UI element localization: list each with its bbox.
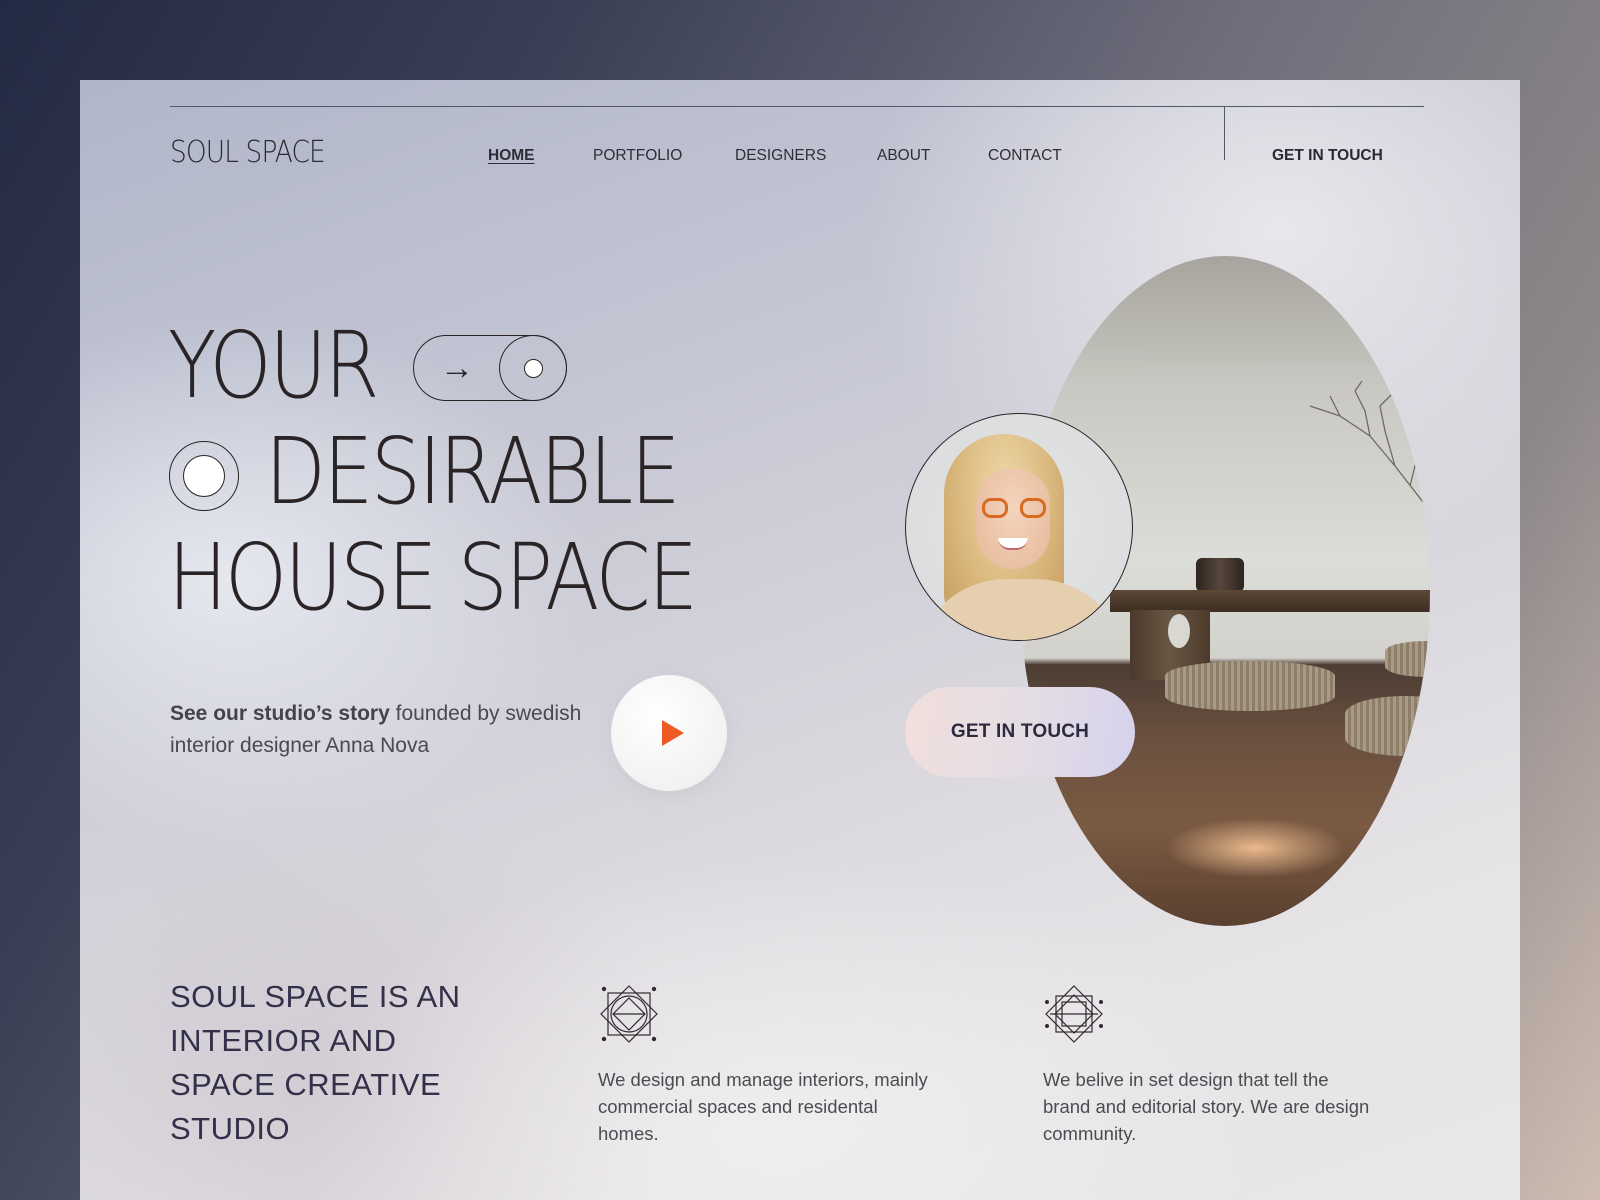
header-vertical-divider xyxy=(1224,106,1225,160)
wooden-jar xyxy=(1196,558,1244,592)
headline-line-1: YOUR xyxy=(168,312,379,419)
landing-page-card: SOUL SPACE HOME PORTFOLIO DESIGNERS ABOU… xyxy=(80,80,1520,1200)
arrow-toggle-switch[interactable]: → xyxy=(413,335,567,401)
nav-item-designers[interactable]: DESIGNERS xyxy=(735,147,826,165)
designer-avatar xyxy=(905,413,1133,641)
nav-item-portfolio[interactable]: PORTFOLIO xyxy=(593,147,682,165)
hero-get-in-touch-button[interactable]: GET IN TOUCH xyxy=(905,687,1135,777)
story-bold-text: See our studio’s story xyxy=(170,702,390,725)
low-table xyxy=(1110,590,1430,612)
table-leg-hole xyxy=(1168,614,1190,648)
ring-inner-circle xyxy=(183,455,225,497)
nav-item-home[interactable]: HOME xyxy=(488,147,535,165)
play-video-button[interactable] xyxy=(611,675,727,791)
toggle-dot-icon xyxy=(524,359,543,378)
nav-item-contact[interactable]: CONTACT xyxy=(988,147,1062,165)
nav-item-about[interactable]: ABOUT xyxy=(877,147,930,165)
floor-cushion xyxy=(1345,696,1430,756)
brand-logo[interactable]: SOUL SPACE xyxy=(170,135,326,170)
header-divider xyxy=(170,106,1424,107)
about-heading: SOUL SPACE IS AN INTERIOR AND SPACE CREA… xyxy=(170,979,461,1146)
feature-item: We belive in set design that tell the br… xyxy=(1043,983,1373,1147)
arrow-right-icon: → xyxy=(440,349,474,387)
feature-text: We belive in set design that tell the br… xyxy=(1043,1069,1370,1144)
floor-cushion xyxy=(1165,661,1335,711)
glasses-icon xyxy=(982,498,1046,518)
studio-story-text: See our studio’s story founded by swedis… xyxy=(170,698,590,762)
toggle-knob xyxy=(499,335,567,401)
concentric-circle-icon xyxy=(169,441,239,511)
avatar-face xyxy=(976,469,1050,569)
headline-line-3: HOUSE SPACE xyxy=(168,524,698,631)
floor-cushion xyxy=(1385,641,1430,677)
geometric-diamond-circle-icon xyxy=(600,985,658,1043)
headline-line-2: DESIRABLE xyxy=(265,418,681,525)
header-get-in-touch-link[interactable]: GET IN TOUCH xyxy=(1272,147,1383,165)
feature-item: We design and manage interiors, mainly c… xyxy=(598,983,928,1147)
feature-text: We design and manage interiors, mainly c… xyxy=(598,1069,928,1144)
geometric-octagram-icon xyxy=(1045,985,1103,1043)
branch-decoration-icon xyxy=(1309,380,1430,512)
play-icon xyxy=(662,720,684,746)
